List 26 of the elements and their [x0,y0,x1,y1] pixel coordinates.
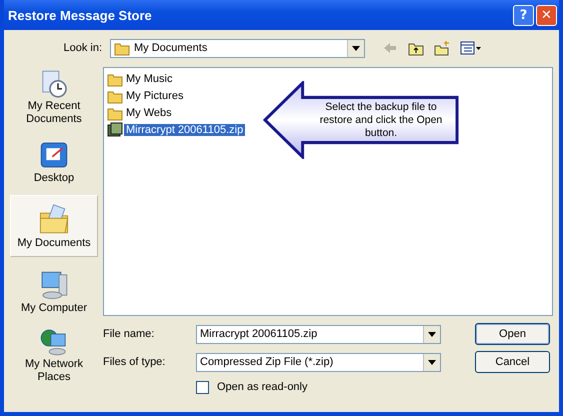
file-item[interactable]: My Webs [124,107,174,119]
close-button[interactable]: ✕ [536,4,557,26]
look-in-dropdown[interactable]: My Documents [110,38,365,58]
places-item[interactable]: Desktop [10,131,98,191]
places-item[interactable]: My Network Places [10,325,98,385]
read-only-label: Open as read-only [217,381,308,393]
cancel-button[interactable]: Cancel [475,351,550,373]
window-title: Restore Message Store [8,8,153,22]
new-folder-icon[interactable] [433,40,451,56]
read-only-checkbox[interactable] [196,380,209,394]
help-button[interactable]: ? [513,4,534,26]
places-item[interactable]: My Documents [10,195,98,257]
places-item[interactable]: My Recent Documents [10,67,98,127]
file-type-label: Files of type: [103,356,166,368]
look-in-label: Look in: [62,42,102,54]
file-item[interactable]: My Pictures [124,90,186,102]
file-item[interactable]: My Music [124,73,174,85]
open-button[interactable]: Open [475,323,550,345]
view-menu-icon[interactable] [459,40,483,56]
file-item[interactable]: Mirracrypt 20061105.zip [124,124,246,136]
file-type-dropdown[interactable]: Compressed Zip File (*.zip) [196,352,441,372]
places-item[interactable]: My Computer [10,261,98,321]
file-name-label: File name: [103,328,156,340]
callout-text: Select the backup file to restore and click the Open button. [318,101,444,140]
archive-icon [107,122,123,138]
file-name-field[interactable]: Mirracrypt 20061105.zip [196,324,441,344]
